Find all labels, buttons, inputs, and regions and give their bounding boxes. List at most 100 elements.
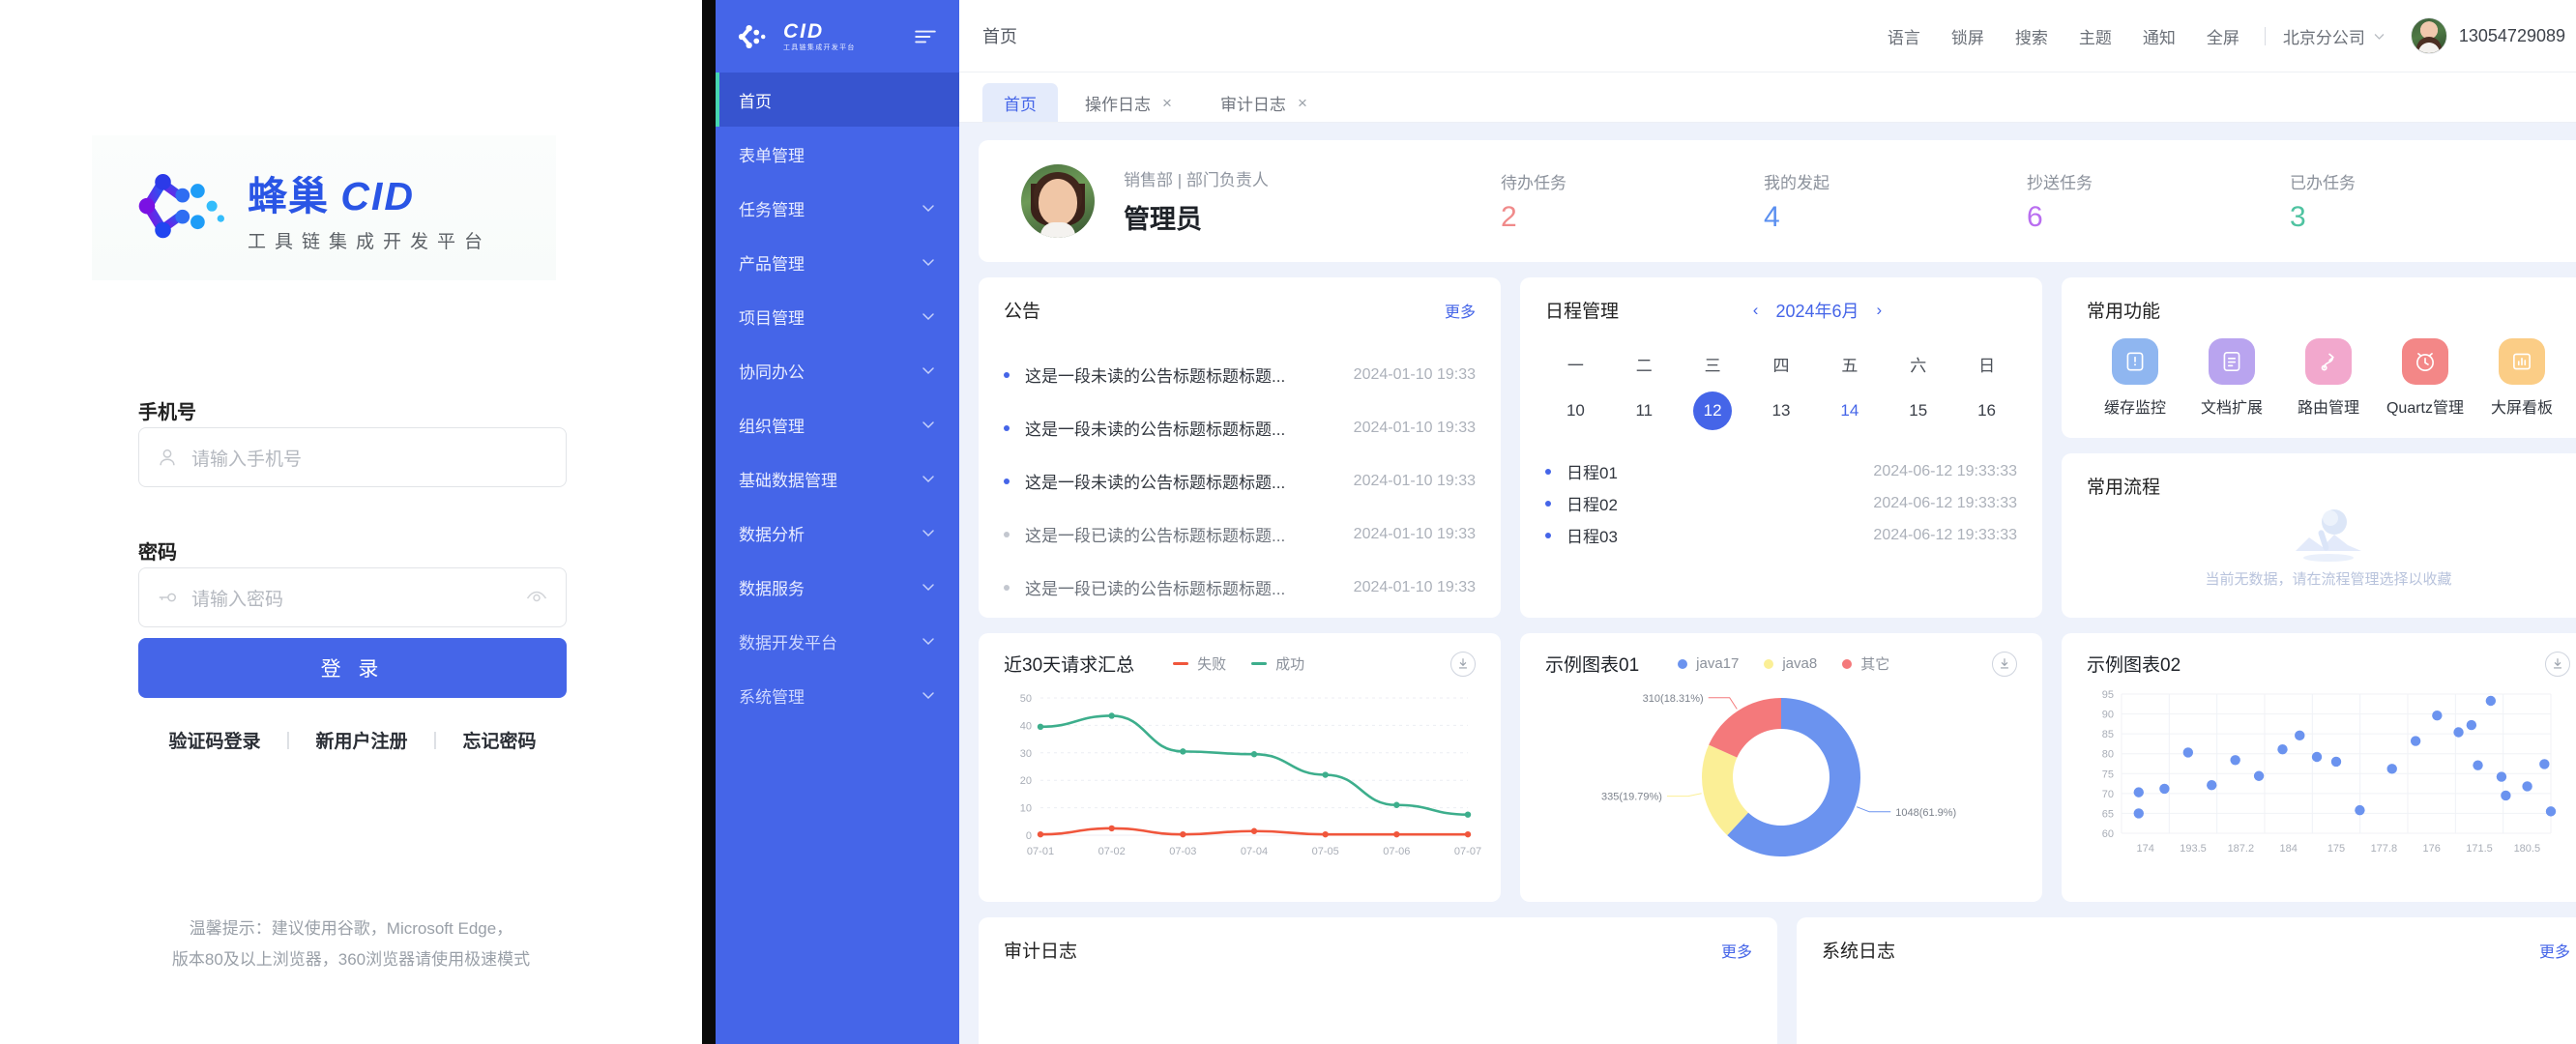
svg-text:07-05: 07-05 xyxy=(1312,846,1339,857)
svg-text:176: 176 xyxy=(2422,843,2440,855)
announcement-text: 这是一段未读的公告标题标题标题... xyxy=(1025,362,1285,387)
sidebar-item-0[interactable]: 首页 xyxy=(716,72,959,127)
sidebar-item-10[interactable]: 数据开发平台 xyxy=(716,614,959,668)
cid-network-logo-icon xyxy=(135,163,224,252)
org-label: 北京分公司 xyxy=(2283,24,2365,48)
audit-log-more-link[interactable]: 更多 xyxy=(1721,939,1752,962)
user-menu[interactable]: 13054729089 xyxy=(2459,26,2576,46)
calendar-day[interactable]: 14 xyxy=(1815,384,1884,438)
svg-text:07-03: 07-03 xyxy=(1169,846,1196,857)
calendar-day[interactable]: 10 xyxy=(1541,384,1610,438)
schedule-item[interactable]: 日程01 2024-06-12 19:33:33 xyxy=(1545,455,2017,487)
collapse-menu-icon[interactable] xyxy=(913,24,938,49)
register-link[interactable]: 新用户注册 xyxy=(290,727,432,753)
sidebar-item-8[interactable]: 数据分析 xyxy=(716,506,959,560)
sidebar-item-3[interactable]: 产品管理 xyxy=(716,235,959,289)
calendar-day[interactable]: 11 xyxy=(1610,384,1679,438)
svg-text:175: 175 xyxy=(2327,843,2345,855)
announcement-item[interactable]: 这是一段未读的公告标题标题标题... 2024-01-10 19:33 xyxy=(1004,454,1476,508)
calendar-day[interactable]: 16 xyxy=(1952,384,2021,438)
announcement-item[interactable]: 这是一段已读的公告标题标题标题... 2024-01-10 19:33 xyxy=(1004,561,1476,614)
browser-tip-line1: 温馨提示：建议使用谷歌，Microsoft Edge， xyxy=(0,914,702,944)
announcement-item[interactable]: 这是一段已读的公告标题标题标题... 2024-01-10 19:33 xyxy=(1004,508,1476,561)
schedule-item[interactable]: 日程02 2024-06-12 19:33:33 xyxy=(1545,487,2017,519)
sidebar-item-9[interactable]: 数据服务 xyxy=(716,560,959,614)
function-shortcut-4[interactable]: 大屏看板 xyxy=(2474,338,2570,418)
password-input[interactable]: 请输入密码 xyxy=(138,567,567,627)
tab-0[interactable]: 首页 xyxy=(982,83,1058,122)
system-log-more-link[interactable]: 更多 xyxy=(2539,939,2570,962)
sidebar-item-4[interactable]: 项目管理 xyxy=(716,289,959,343)
tab-2[interactable]: 审计日志 × xyxy=(1199,83,1329,122)
chevron-down-icon xyxy=(921,254,936,270)
calendar-day[interactable]: 15 xyxy=(1884,384,1952,438)
svg-text:180.5: 180.5 xyxy=(2514,843,2541,855)
sidebar-item-label: 产品管理 xyxy=(739,250,805,275)
sidebar-item-1[interactable]: 表单管理 xyxy=(716,127,959,181)
legend-item-success[interactable]: 成功 xyxy=(1251,653,1304,674)
download-chart-button[interactable] xyxy=(2545,652,2570,677)
svg-text:20: 20 xyxy=(1020,775,1032,787)
calendar-day[interactable]: 12 xyxy=(1679,384,1747,438)
org-selector[interactable]: 北京分公司 xyxy=(2275,24,2386,48)
announcement-title: 公告 xyxy=(1004,297,1040,323)
legend-item-fail[interactable]: 失败 xyxy=(1173,653,1226,674)
stat-label: 待办任务 xyxy=(1501,169,1764,193)
stat-value: 6 xyxy=(2027,201,2290,234)
sidebar-item-2[interactable]: 任务管理 xyxy=(716,181,959,235)
function-shortcut-1[interactable]: 文档扩展 xyxy=(2183,338,2280,418)
close-icon[interactable]: × xyxy=(1298,95,1307,111)
sidebar-item-5[interactable]: 协同办公 xyxy=(716,343,959,397)
pie-chart-title: 示例图表01 xyxy=(1545,651,1639,677)
close-icon[interactable]: × xyxy=(1162,95,1172,111)
calendar-day[interactable]: 13 xyxy=(1747,384,1816,438)
function-shortcut-3[interactable]: Quartz管理 xyxy=(2377,338,2474,418)
sidebar-item-7[interactable]: 基础数据管理 xyxy=(716,451,959,506)
svg-text:65: 65 xyxy=(2102,808,2114,820)
download-chart-button[interactable] xyxy=(1992,652,2017,677)
chevron-down-icon xyxy=(921,687,936,703)
line-chart-legend: 失败 成功 xyxy=(1173,653,1304,674)
download-chart-button[interactable] xyxy=(1450,652,1476,677)
eye-toggle-icon[interactable] xyxy=(525,586,548,609)
sms-login-link[interactable]: 验证码登录 xyxy=(144,727,286,753)
search-button[interactable]: 搜索 xyxy=(2000,24,2064,48)
announcement-item[interactable]: 这是一段未读的公告标题标题标题... 2024-01-10 19:33 xyxy=(1004,401,1476,454)
forgot-password-link[interactable]: 忘记密码 xyxy=(437,727,561,753)
calendar-prev-button[interactable]: ‹ xyxy=(1753,301,1759,320)
database-monitor-icon xyxy=(2112,338,2158,385)
topbar-avatar[interactable] xyxy=(2411,17,2447,54)
function-shortcut-0[interactable]: 缓存监控 xyxy=(2087,338,2183,418)
lock-screen-button[interactable]: 锁屏 xyxy=(1936,24,2000,48)
legend-item-other[interactable]: 其它 xyxy=(1842,653,1889,674)
function-shortcut-2[interactable]: 路由管理 xyxy=(2280,338,2377,418)
chevron-down-icon xyxy=(921,362,936,378)
sidebar-item-11[interactable]: 系统管理 xyxy=(716,668,959,722)
schedule-name: 日程01 xyxy=(1566,459,1618,483)
schedule-name: 日程03 xyxy=(1566,523,1618,547)
chevron-down-icon xyxy=(921,417,936,432)
lang-button[interactable]: 语言 xyxy=(1872,24,1936,48)
schedule-item[interactable]: 日程03 2024-06-12 19:33:33 xyxy=(1545,519,2017,551)
notifications-button[interactable]: 通知 xyxy=(2127,24,2191,48)
schedule-name: 日程02 xyxy=(1566,491,1618,515)
calendar-next-button[interactable]: › xyxy=(1877,301,1883,320)
login-submit-button[interactable]: 登 录 xyxy=(138,638,567,698)
legend-item-java17[interactable]: java17 xyxy=(1678,655,1739,672)
theme-button[interactable]: 主题 xyxy=(2064,24,2127,48)
sidebar-item-6[interactable]: 组织管理 xyxy=(716,397,959,451)
legend-item-java8[interactable]: java8 xyxy=(1764,655,1817,672)
announcement-item[interactable]: 这是一段未读的公告标题标题标题... 2024-01-10 19:33 xyxy=(1004,348,1476,401)
svg-text:07-06: 07-06 xyxy=(1383,846,1410,857)
svg-text:07-02: 07-02 xyxy=(1098,846,1126,857)
fullscreen-button[interactable]: 全屏 xyxy=(2191,24,2255,48)
main-area: 首页 语言 锁屏 搜索 主题 通知 全屏 北京分公司 13054729089 xyxy=(959,0,2576,1044)
announcement-more-link[interactable]: 更多 xyxy=(1445,299,1476,322)
phone-input[interactable]: 请输入手机号 xyxy=(138,427,567,487)
common-functions-card: 常用功能 缓存监控 文档扩展 路由管理 Quartz管理 大屏看板 xyxy=(2062,277,2576,438)
common-flows-title: 常用流程 xyxy=(2087,473,2160,499)
stat-1: 我的发起 4 xyxy=(1764,169,2027,234)
calendar-grid: 一二三四五六日10111213141516 xyxy=(1520,323,2042,438)
tab-1[interactable]: 操作日志 × xyxy=(1064,83,1193,122)
sidebar-item-label: 数据开发平台 xyxy=(739,629,837,653)
